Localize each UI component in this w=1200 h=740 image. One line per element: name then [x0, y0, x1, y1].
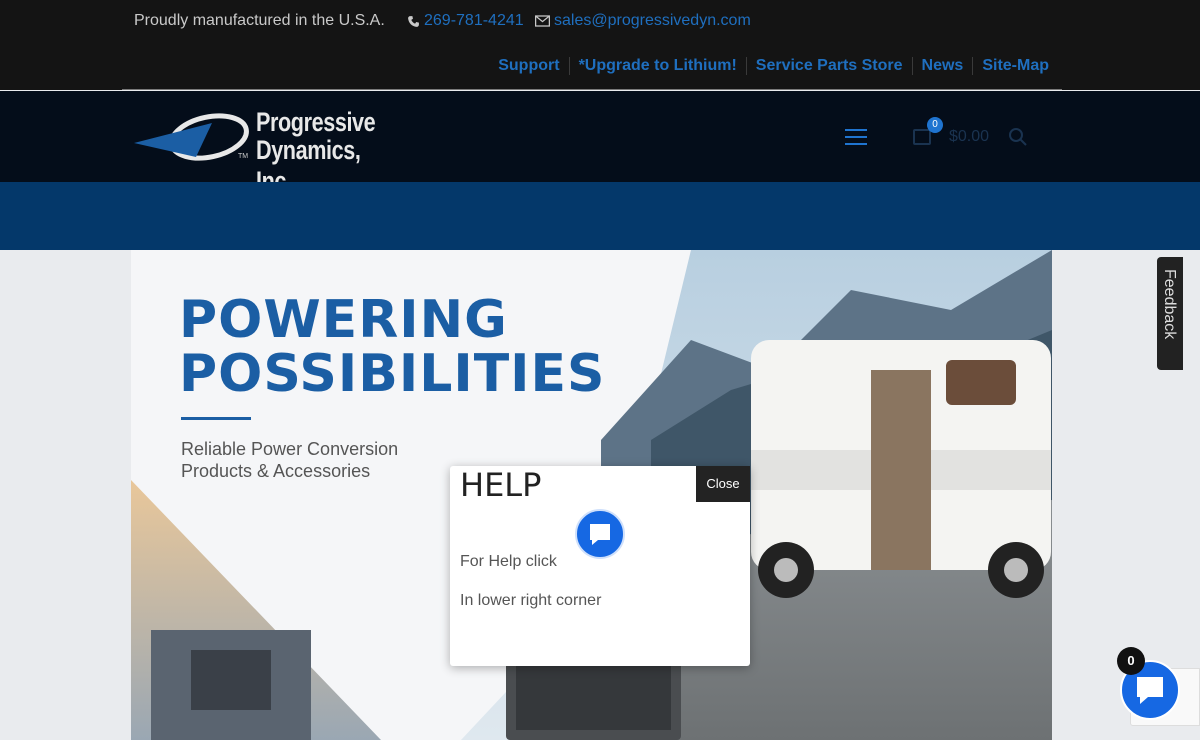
menu-upgrade-lithium[interactable]: *Upgrade to Lithium! — [570, 57, 747, 75]
page-banner — [0, 182, 1200, 250]
hero-underline — [181, 417, 251, 420]
search-icon[interactable] — [1008, 127, 1028, 147]
cart-amount: $0.00 — [949, 128, 990, 145]
logo[interactable]: TM Progressive Dynamics, Inc. — [134, 105, 424, 196]
hero-title-line2: POSSIBILITIES — [179, 344, 606, 404]
logo-text-line1: Progressive — [256, 107, 376, 137]
menu-news[interactable]: News — [913, 57, 974, 75]
phone-number: 269-781-4241 — [424, 12, 524, 29]
phone-link[interactable]: 269-781-4241 — [407, 12, 524, 30]
logo-swoosh-icon — [134, 113, 249, 161]
cart-icon — [913, 129, 931, 145]
hero-subtitle-line1: Reliable Power Conversion — [181, 439, 399, 459]
help-modal: HELP Close For Help click In lower right… — [450, 466, 750, 666]
modal-heading: HELP — [460, 466, 542, 504]
cart-count-badge: 0 — [927, 117, 943, 133]
divider — [122, 89, 1062, 90]
cart-button[interactable]: 0 $0.00 — [913, 117, 993, 149]
phone-icon — [408, 15, 419, 27]
feedback-label: Feedback — [1161, 269, 1178, 340]
hero-subtitle-line2: Products & Accessories — [181, 461, 371, 481]
chat-icon — [575, 509, 625, 559]
menu-service-parts-store[interactable]: Service Parts Store — [747, 57, 913, 75]
email-address: sales@progressivedyn.com — [554, 12, 751, 29]
close-button[interactable]: Close — [696, 466, 750, 502]
top-bar: Proudly manufactured in the U.S.A. 269-7… — [0, 0, 1200, 90]
menu-icon[interactable] — [845, 129, 867, 145]
chat-unread-badge: 0 — [1117, 647, 1145, 675]
menu-site-map[interactable]: Site-Map — [973, 57, 1049, 75]
mail-icon — [535, 15, 550, 27]
tagline: Proudly manufactured in the U.S.A. — [134, 12, 385, 29]
help-text-line2: In lower right corner — [460, 592, 602, 609]
feedback-tab[interactable]: Feedback — [1157, 257, 1183, 370]
email-link[interactable]: sales@progressivedyn.com — [535, 12, 751, 30]
top-menu: Support *Upgrade to Lithium! Service Par… — [489, 57, 1049, 75]
trademark: TM — [238, 153, 249, 160]
site-header: TM Progressive Dynamics, Inc. 0 $0.00 — [0, 91, 1200, 196]
help-text-line1: For Help click — [460, 553, 557, 570]
menu-support[interactable]: Support — [489, 57, 570, 75]
hero-title-line1: POWERING — [179, 290, 508, 350]
